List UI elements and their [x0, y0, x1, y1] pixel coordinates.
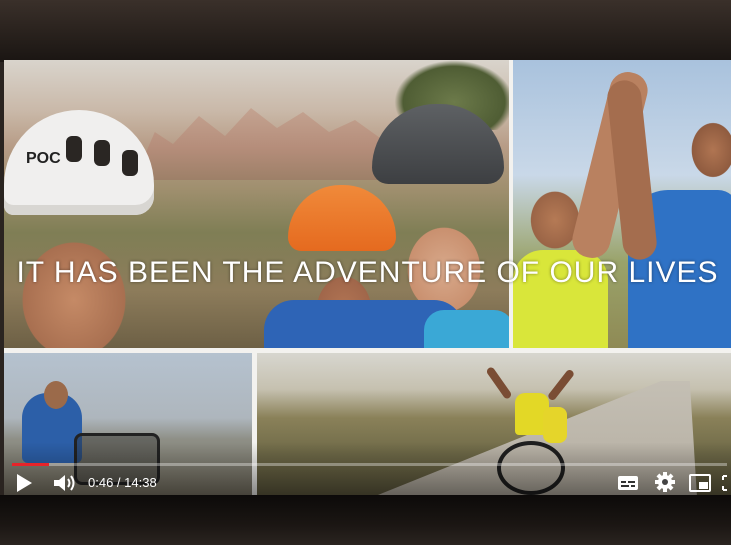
progress-bar[interactable]: [12, 463, 727, 466]
miniplayer-button[interactable]: [688, 472, 712, 494]
video-caption: IT HAS BEEN THE ADVENTURE OF OUR LIVES: [16, 256, 719, 289]
video-frame-selfie: POC: [4, 60, 509, 348]
fullscreen-icon: [722, 475, 727, 491]
subtitles-icon: [618, 476, 638, 490]
video-frame-raised-arms: [513, 60, 731, 348]
cyan-shirt: [424, 310, 509, 348]
helmet-vent: [122, 150, 138, 176]
video-player[interactable]: POC IT HAS BEEN THE ADVENTURE OF OUR LIV…: [4, 60, 731, 497]
miniplayer-icon: [689, 474, 711, 492]
volume-icon: [54, 475, 75, 491]
subtitles-button[interactable]: [617, 472, 639, 494]
helmet-logo: POC: [26, 150, 61, 167]
cyclist-head: [44, 381, 68, 409]
time-display: 0:46 / 14:38: [88, 475, 157, 490]
raised-arm: [546, 368, 576, 402]
orange-helmet: [288, 185, 396, 251]
raised-arm: [485, 365, 513, 401]
white-helmet: POC: [4, 110, 154, 215]
rock-formation: [134, 108, 394, 180]
play-icon: [17, 474, 32, 492]
settings-button[interactable]: [654, 471, 676, 493]
child-cyclist-yellow: [543, 407, 567, 443]
helmet-vent: [66, 136, 82, 162]
helmet-vent: [94, 140, 110, 166]
monitor-bezel-bottom: [0, 495, 731, 545]
volume-button[interactable]: [52, 472, 78, 494]
progress-played: [12, 463, 50, 466]
gear-icon: [655, 472, 675, 492]
play-button[interactable]: [14, 472, 34, 494]
monitor-bezel-top: [0, 0, 731, 62]
fullscreen-button[interactable]: [722, 472, 731, 494]
